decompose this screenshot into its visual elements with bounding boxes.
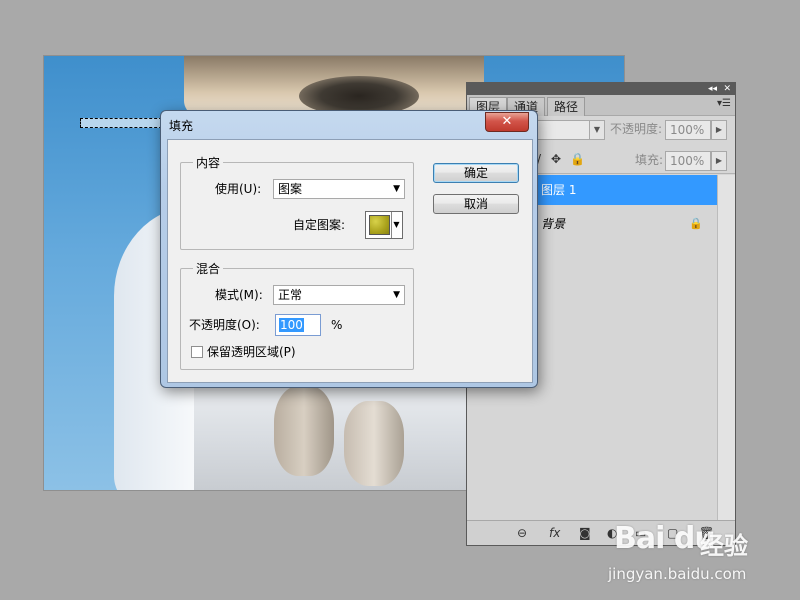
use-select-value: 图案 <box>278 182 303 196</box>
opacity-value: 100 <box>279 318 304 332</box>
ok-button[interactable]: 确定 <box>433 163 519 183</box>
opacity-unit: % <box>331 318 343 332</box>
marquee-selection[interactable] <box>80 118 172 128</box>
layer-name: 背景 <box>541 217 566 231</box>
tab-paths[interactable]: 路径 <box>547 97 586 116</box>
add-mask-icon[interactable]: ◙ <box>579 524 591 542</box>
chevron-down-icon: ▼ <box>393 290 400 300</box>
fill-input[interactable]: 100% <box>665 151 711 171</box>
layer-lock-icon: 🔒 <box>689 217 703 230</box>
custom-pattern-label: 自定图案: <box>293 218 346 232</box>
pattern-dropdown-icon[interactable]: ▼ <box>391 212 401 238</box>
image-finger-left <box>274 386 334 476</box>
custom-pattern-picker[interactable]: ▼ <box>365 211 403 239</box>
link-layers-icon[interactable]: ⊖ <box>517 524 527 542</box>
watermark-brand: 经验 <box>700 532 748 560</box>
opacity-label: 不透明度: <box>610 122 663 136</box>
blend-group: 混合 模式(M): 正常 ▼ 不透明度(O): 100 % 保留透明区域(P) <box>180 260 414 370</box>
watermark-url: jingyan.baidu.com <box>608 565 747 583</box>
use-label: 使用(U): <box>215 182 262 196</box>
content-group-title: 内容 <box>193 154 224 171</box>
opacity-input[interactable]: 100% <box>665 120 711 140</box>
use-select[interactable]: 图案 ▼ <box>273 179 405 199</box>
lock-all-icon[interactable]: 🔒 <box>570 150 585 168</box>
blend-mode-dropdown-icon[interactable]: ▼ <box>589 120 605 140</box>
preserve-transparency-checkbox[interactable] <box>191 346 203 358</box>
close-panel-icon[interactable]: ✕ <box>723 83 731 95</box>
fill-label: 填充: <box>635 153 664 167</box>
collapse-panel-icon[interactable]: ◂◂ <box>708 83 717 95</box>
content-group: 内容 使用(U): 图案 ▼ 自定图案: ▼ <box>180 154 414 250</box>
mode-select[interactable]: 正常 ▼ <box>273 285 405 305</box>
image-finger-right <box>344 401 404 486</box>
fill-dialog: 填充 ✕ 内容 使用(U): 图案 ▼ 自定图案: ▼ 混合 模式(M): 正常… <box>160 110 538 388</box>
cancel-button[interactable]: 取消 <box>433 194 519 214</box>
mode-label: 模式(M): <box>215 288 263 302</box>
opacity-label: 不透明度(O): <box>189 318 260 332</box>
layer-name: 图层 1 <box>541 183 577 197</box>
panel-menu-icon[interactable]: ▾☰ <box>717 98 731 109</box>
close-dialog-button[interactable]: ✕ <box>485 112 529 132</box>
move-icon[interactable]: ✥ <box>551 150 561 168</box>
panel-title-bar: ◂◂ ✕ <box>467 83 735 95</box>
dialog-title: 填充 <box>169 119 194 133</box>
opacity-input[interactable]: 100 <box>275 314 321 336</box>
fill-arrow-icon[interactable]: ▶ <box>711 151 727 171</box>
preserve-transparency-label[interactable]: 保留透明区域(P) <box>207 342 296 362</box>
layers-scrollbar[interactable] <box>717 175 735 521</box>
pattern-swatch <box>369 215 390 235</box>
layer-style-icon[interactable]: fx <box>549 524 560 542</box>
opacity-arrow-icon[interactable]: ▶ <box>711 120 727 140</box>
chevron-down-icon: ▼ <box>393 184 400 194</box>
dialog-client-area: 内容 使用(U): 图案 ▼ 自定图案: ▼ 混合 模式(M): 正常 ▼ 不透… <box>167 139 533 383</box>
blend-group-title: 混合 <box>193 260 224 277</box>
mode-select-value: 正常 <box>278 288 303 302</box>
